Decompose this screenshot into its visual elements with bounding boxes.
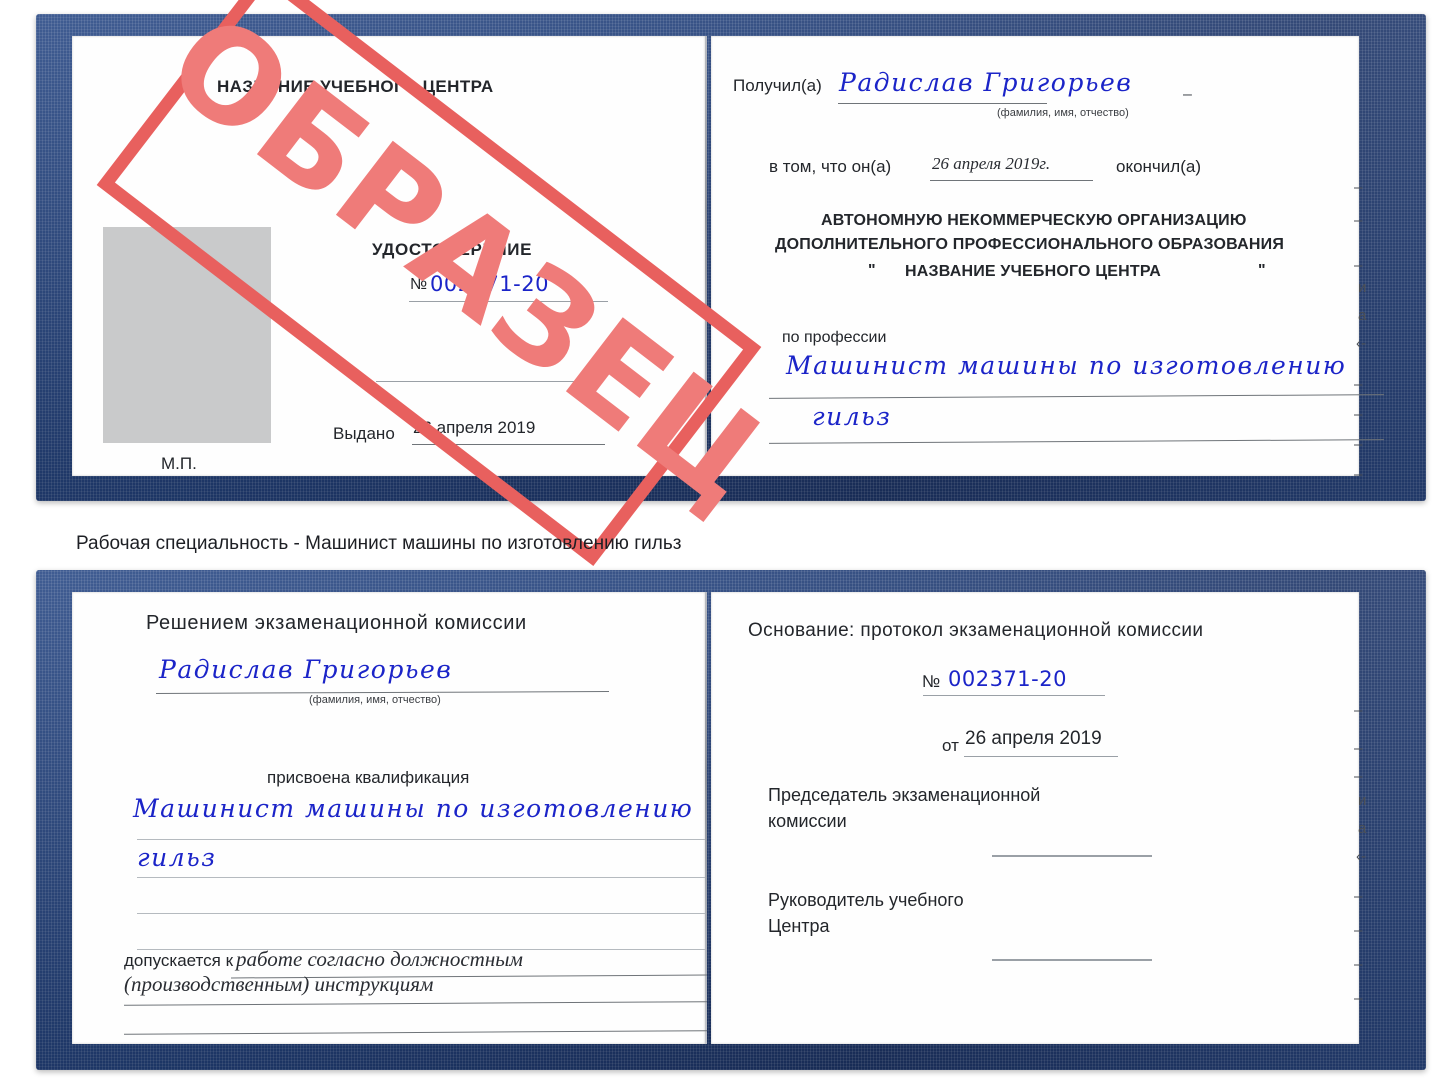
- finished-label: окончил(а): [1116, 157, 1201, 176]
- edge-mark: –: [1354, 257, 1363, 274]
- received-label: Получил(а): [733, 76, 822, 95]
- edge-mark: а: [1358, 307, 1367, 324]
- issued-rule: [412, 444, 605, 445]
- certificate-number-rule: [409, 301, 608, 302]
- that-he-rule: [930, 180, 1093, 181]
- qualification-rule-2: [137, 877, 705, 878]
- edge-mark: –: [1354, 376, 1363, 393]
- edge-mark: –: [1354, 702, 1363, 719]
- protocol-number-value: 002371-20: [948, 667, 1067, 691]
- that-he-label: в том, что он(а): [769, 157, 892, 176]
- org-quote-close: ": [1258, 262, 1266, 279]
- received-dash: –: [1183, 86, 1192, 103]
- org-name: НАЗВАНИЕ УЧЕБНОГО ЦЕНТРА: [905, 263, 1162, 280]
- received-value: Радислав Григорьев: [839, 68, 1133, 97]
- qualification-rule-3: [137, 913, 705, 914]
- qualification-rule-1: [137, 839, 705, 840]
- certificate-title: УДОСТОВЕРЕНИЕ: [372, 240, 533, 259]
- graduate-name-value: Радислав Григорьев: [159, 655, 453, 684]
- edge-mark: и: [1358, 792, 1367, 809]
- certificate-blank-rule: [376, 381, 601, 382]
- protocol-date-rule: [964, 756, 1118, 757]
- basis-label: Основание: протокол экзаменационной коми…: [748, 620, 1204, 641]
- org-line-2: ДОПОЛНИТЕЛЬНОГО ПРОФЕССИОНАЛЬНОГО ОБРАЗО…: [775, 236, 1285, 253]
- chairman-line-2: комиссии: [768, 811, 847, 831]
- org-quote-open: ": [868, 262, 876, 279]
- seal-label: М.П.: [161, 454, 197, 473]
- edge-mark: –: [1354, 888, 1363, 905]
- chairman-signature-rule: [992, 855, 1152, 857]
- edge-mark: –: [1354, 956, 1363, 973]
- qualification-value-line-2: гильз: [137, 843, 217, 872]
- allowed-value-line-1: работе согласно должностным: [236, 947, 523, 971]
- edge-mark: а: [1358, 820, 1367, 837]
- certificate-number-value: 002371-20: [430, 272, 549, 296]
- edge-mark: –: [1354, 740, 1363, 757]
- profession-value-line-1: Машинист машины по изготовлению: [786, 351, 1347, 380]
- certificate-top: НАЗВАНИЕ УЧЕБНОГО ЦЕНТРА УДОСТОВЕРЕНИЕ №…: [36, 14, 1426, 501]
- commission-decision-heading: Решением экзаменационной комиссии: [146, 612, 527, 634]
- qualification-label: присвоена квалификация: [267, 768, 470, 787]
- certificate-bottom: Решением экзаменационной комиссии Радисл…: [36, 570, 1426, 1070]
- protocol-number-label: №: [922, 672, 941, 691]
- certificate-bottom-spine: [705, 592, 707, 1044]
- allowed-value-line-2: (производственным) инструкциям: [124, 972, 434, 996]
- training-center-header: НАЗВАНИЕ УЧЕБНОГО ЦЕНТРА: [217, 77, 494, 96]
- org-line-1: АВТОНОМНУЮ НЕКОММЕРЧЕСКУЮ ОРГАНИЗАЦИЮ: [821, 212, 1247, 229]
- edge-mark: ‹-: [1356, 335, 1366, 352]
- edge-mark: –: [1354, 406, 1363, 423]
- qualification-value-line-1: Машинист машины по изготовлению: [133, 794, 694, 823]
- protocol-number-rule: [923, 695, 1105, 696]
- head-line-2: Центра: [768, 916, 830, 936]
- allowed-label: допускается к: [124, 951, 234, 970]
- page-caption: Рабочая специальность - Машинист машины …: [76, 533, 682, 554]
- issued-value: 26 апреля 2019: [413, 418, 536, 437]
- certificate-top-right-page: [711, 36, 1359, 476]
- that-he-date: 26 апреля 2019г.: [932, 154, 1051, 173]
- photo-placeholder: [103, 227, 271, 443]
- edge-mark: –: [1354, 436, 1363, 453]
- profession-label: по профессии: [782, 329, 887, 346]
- issued-label: Выдано: [333, 424, 395, 443]
- fio-hint-top: (фамилия, имя, отчество): [997, 107, 1129, 119]
- edge-mark: –: [1354, 179, 1363, 196]
- edge-mark: –: [1354, 922, 1363, 939]
- head-line-1: Руководитель учебного: [768, 890, 964, 910]
- certificate-number-label: №: [410, 276, 428, 293]
- profession-value-line-2: гильз: [812, 402, 892, 431]
- edge-mark: –: [1354, 212, 1363, 229]
- edge-mark: и: [1358, 279, 1367, 296]
- edge-mark: –: [1354, 466, 1363, 483]
- head-signature-rule: [992, 959, 1152, 961]
- certificate-top-spine: [705, 36, 707, 476]
- protocol-date-value: 26 апреля 2019: [965, 728, 1102, 749]
- edge-mark: –: [1354, 990, 1363, 1007]
- received-rule: [838, 103, 1047, 104]
- edge-mark: –: [1354, 768, 1363, 785]
- edge-mark: ‹-: [1356, 848, 1366, 865]
- fio-hint-bottom: (фамилия, имя, отчество): [309, 694, 441, 706]
- protocol-date-label: от: [942, 736, 959, 755]
- chairman-line-1: Председатель экзаменационной: [768, 785, 1041, 805]
